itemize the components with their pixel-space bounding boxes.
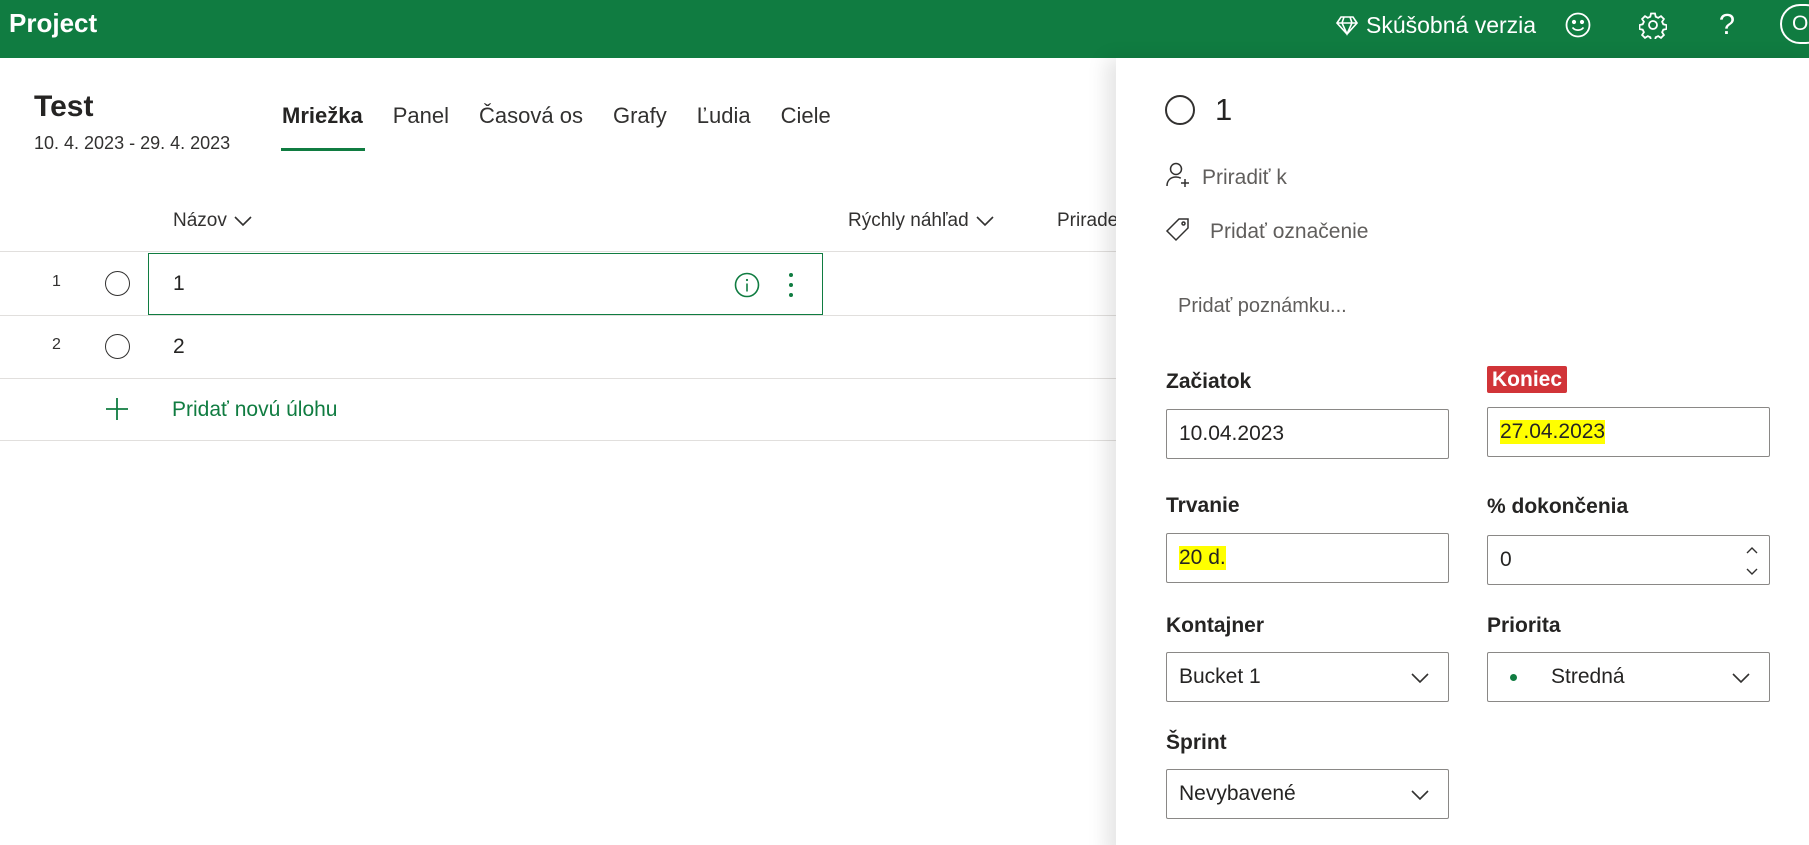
gear-icon[interactable]	[1636, 8, 1670, 42]
column-header-quick-view[interactable]: Rýchly náhľad	[848, 210, 995, 232]
more-options-icon[interactable]	[782, 270, 800, 300]
priority-dot-icon	[1510, 673, 1517, 681]
column-header-name[interactable]: Názov	[173, 210, 253, 232]
info-icon[interactable]	[734, 272, 760, 298]
chevron-down-icon	[1732, 673, 1750, 684]
chevron-down-icon	[976, 216, 994, 227]
start-label: Začiatok	[1166, 370, 1252, 393]
diamond-icon	[1336, 16, 1358, 36]
project-date-range: 10. 4. 2023 - 29. 4. 2023	[34, 133, 231, 153]
chevron-down-icon	[1411, 673, 1429, 684]
percent-complete-value: 0	[1500, 548, 1512, 571]
trial-button[interactable]: Skúšobná verzia	[1336, 10, 1536, 40]
sprint-label: Šprint	[1166, 731, 1227, 754]
priority-value: Stredná	[1551, 665, 1625, 688]
percent-complete-stepper[interactable]: 0	[1487, 535, 1770, 585]
view-tabs: Mriežka Panel Časová os Grafy Ľudia Ciel…	[281, 103, 861, 151]
row-number: 2	[52, 336, 61, 353]
tag-icon[interactable]	[1165, 217, 1191, 243]
priority-label: Priorita	[1487, 614, 1561, 637]
task-detail-panel: 1 Priradiť k Pridať označenie Pridať poz…	[1116, 58, 1809, 845]
column-header-name-label: Názov	[173, 210, 227, 231]
priority-dropdown[interactable]: Stredná	[1487, 652, 1770, 702]
bucket-value: Bucket 1	[1179, 665, 1261, 688]
complete-circle-icon[interactable]	[105, 334, 130, 359]
duration-label: Trvanie	[1166, 494, 1240, 517]
feedback-smiley-icon[interactable]	[1561, 8, 1595, 42]
tab-charts[interactable]: Grafy	[613, 103, 667, 151]
assign-to-field[interactable]: Priradiť k	[1202, 166, 1287, 190]
end-date-field[interactable]: 27.04.2023	[1487, 407, 1770, 457]
bucket-dropdown[interactable]: Bucket 1	[1166, 652, 1449, 702]
tab-goals[interactable]: Ciele	[781, 103, 831, 151]
chevron-down-icon	[234, 216, 252, 227]
add-label-field[interactable]: Pridať označenie	[1210, 220, 1368, 244]
notes-field[interactable]: Pridať poznámku...	[1178, 295, 1347, 318]
row-number: 1	[52, 273, 61, 290]
app-name[interactable]: Project	[9, 10, 97, 36]
start-date-field[interactable]: 10.04.2023	[1166, 409, 1449, 459]
percent-complete-label: % dokončenia	[1487, 495, 1629, 518]
divider	[0, 440, 1120, 441]
complete-circle-icon[interactable]	[105, 271, 130, 296]
complete-circle-icon[interactable]	[1165, 95, 1195, 125]
chevron-down-icon	[1411, 790, 1429, 801]
divider	[0, 378, 1120, 379]
end-label-text: Koniec	[1487, 366, 1568, 393]
sprint-dropdown[interactable]: Nevybavené	[1166, 769, 1449, 819]
start-date-value: 10.04.2023	[1179, 422, 1285, 445]
add-task-button[interactable]: Pridať novú úlohu	[172, 398, 338, 422]
tab-timeline[interactable]: Časová os	[479, 103, 583, 151]
project-title: Test	[34, 90, 94, 123]
column-header-quick-view-label: Rýchly náhľad	[848, 210, 969, 231]
spin-up-down-icon[interactable]	[1745, 543, 1759, 579]
tab-grid[interactable]: Mriežka	[281, 103, 365, 151]
duration-value: 20 d.	[1179, 546, 1226, 570]
end-date-value: 27.04.2023	[1500, 420, 1606, 444]
panel-task-title[interactable]: 1	[1215, 92, 1232, 128]
top-bar: Project Skúšobná verzia ? OS	[0, 0, 1809, 58]
task-title[interactable]: 2	[173, 335, 185, 359]
tab-board[interactable]: Panel	[393, 103, 449, 151]
plus-icon[interactable]	[104, 396, 130, 422]
end-label: Koniec	[1487, 366, 1568, 393]
duration-field[interactable]: 20 d.	[1166, 533, 1449, 583]
trial-label: Skúšobná verzia	[1366, 11, 1537, 38]
bucket-label: Kontajner	[1166, 614, 1265, 637]
sprint-value: Nevybavené	[1179, 782, 1296, 805]
help-icon[interactable]: ?	[1710, 8, 1744, 42]
table-row[interactable]: 2 2	[0, 316, 1120, 379]
add-person-icon[interactable]	[1165, 161, 1191, 189]
avatar[interactable]: OS	[1780, 4, 1809, 44]
selected-cell	[148, 253, 823, 315]
tab-people[interactable]: Ľudia	[697, 103, 751, 151]
